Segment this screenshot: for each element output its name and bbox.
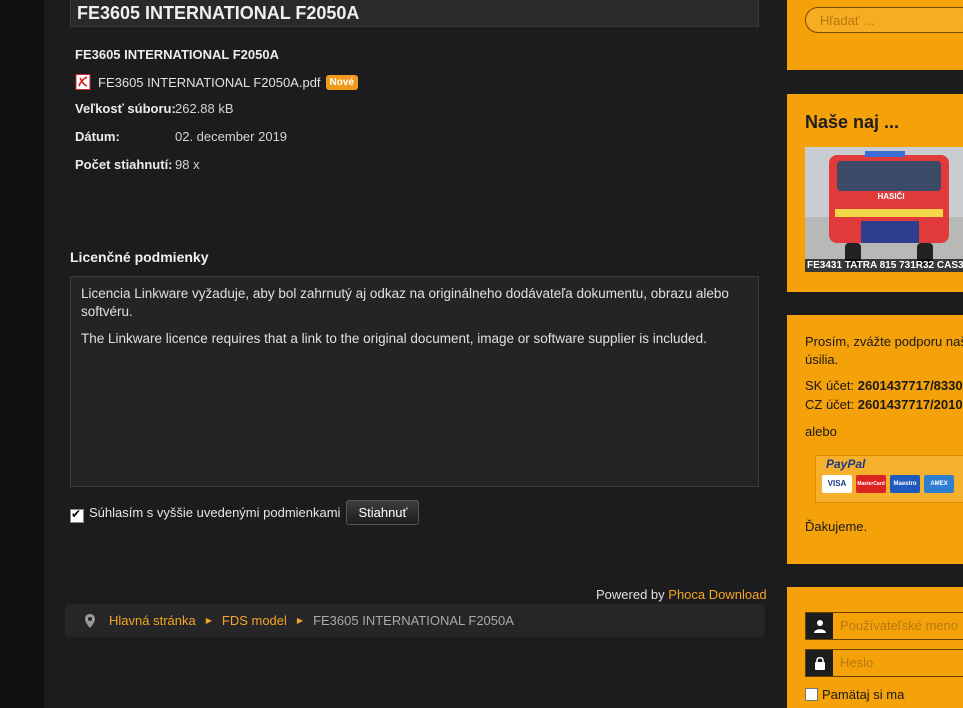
breadcrumb-home-link[interactable]: Hlavná stránka	[109, 613, 196, 628]
password-field[interactable]: Heslo	[805, 649, 963, 677]
powered-by: Powered by Phoca Download	[596, 587, 767, 602]
date-label: Dátum:	[75, 129, 120, 144]
agree-label: Súhlasím s vyššie uvedenými podmienkami	[89, 504, 341, 520]
page-title: FE3605 INTERNATIONAL F2050A	[77, 3, 360, 23]
powered-prefix: Powered by	[596, 587, 665, 602]
sk-account-label: SK účet:	[805, 378, 855, 393]
password-placeholder: Heslo	[840, 655, 874, 670]
phoca-link[interactable]: Phoca Download	[668, 587, 766, 602]
license-heading: Licenčné podmienky	[70, 249, 209, 265]
license-text-sk: Licencia Linkware vyžaduje, aby bol zahr…	[81, 286, 729, 319]
page-title-bar: FE3605 INTERNATIONAL F2050A	[70, 0, 759, 27]
fire-truck-picture: HASIČI	[805, 147, 963, 272]
truck-caption: FE3431 TATRA 815 731R32 CAS30	[805, 259, 963, 272]
pdf-icon	[75, 74, 91, 90]
search-input[interactable]: Hľadať ...	[805, 7, 963, 33]
or-text: alebo	[805, 424, 837, 439]
truck-label: HASIČI	[877, 192, 904, 201]
sk-account-value: 2601437717/8330	[857, 378, 963, 393]
breadcrumb: Hlavná stránka ▶ FDS model ▶ FE3605 INTE…	[65, 604, 765, 637]
remember-label: Pamätaj si ma	[822, 687, 905, 702]
sk-account: SK účet: 2601437717/8330	[805, 377, 963, 395]
agree-checkbox[interactable]	[70, 507, 84, 523]
breadcrumb-separator-icon: ▶	[296, 616, 304, 625]
mastercard-icon: MasterCard	[856, 475, 886, 493]
file-size-label: Veľkosť súboru:	[75, 101, 176, 116]
support-text-line1: Prosím, zvážte podporu naš	[805, 334, 963, 349]
search-placeholder: Hľadať ...	[820, 13, 875, 28]
visa-card-icon: VISA	[822, 475, 852, 493]
downloads-value: 98 x	[175, 157, 200, 172]
date-value: 02. december 2019	[175, 129, 288, 144]
cz-account-label: CZ účet:	[805, 397, 855, 412]
breadcrumb-current: FE3605 INTERNATIONAL F2050A	[313, 613, 514, 628]
support-text-line2: úsilia.	[805, 352, 839, 367]
left-background-strip	[0, 0, 44, 708]
username-placeholder: Používateľské meno	[840, 618, 958, 633]
cz-account: CZ účet: 2601437717/2010	[805, 396, 963, 414]
license-textbox[interactable]: Licencia Linkware vyžaduje, aby bol zahr…	[70, 276, 759, 487]
amex-card-icon: AMEX	[924, 475, 954, 493]
paypal-logo: PayPal	[826, 457, 866, 471]
new-badge: Nové	[325, 74, 358, 90]
download-button[interactable]: Stiahnuť	[346, 499, 420, 525]
thanks-text: Ďakujeme.	[805, 519, 868, 534]
best-heading: Naše naj ...	[805, 112, 900, 132]
remember-checkbox[interactable]	[805, 688, 818, 701]
agree-row: Súhlasím s vyššie uvedenými podmienkami …	[70, 499, 420, 525]
truck-image[interactable]: HASIČI FE3431 TATRA 815 731R32 CAS30	[805, 147, 963, 272]
file-size-value: 262.88 kB	[175, 101, 234, 116]
maestro-card-icon: Maestro	[890, 475, 920, 493]
downloads-label: Počet stiahnutí:	[75, 157, 173, 172]
file-heading: FE3605 INTERNATIONAL F2050A	[75, 47, 279, 62]
username-field[interactable]: Používateľské meno	[805, 612, 963, 640]
lock-icon	[806, 650, 833, 676]
location-pin-icon	[85, 613, 95, 628]
user-icon	[806, 613, 833, 639]
remember-row: Pamätaj si ma	[805, 687, 904, 702]
file-link[interactable]: FE3605 INTERNATIONAL F2050A.pdf	[98, 75, 321, 90]
cz-account-value: 2601437717/2010	[857, 397, 963, 412]
breadcrumb-category-link[interactable]: FDS model	[222, 613, 287, 628]
breadcrumb-separator-icon: ▶	[205, 616, 212, 625]
file-row: FE3605 INTERNATIONAL F2050A.pdf Nové	[75, 73, 358, 91]
paypal-button[interactable]: PayPal VISA MasterCard Maestro AMEX	[815, 455, 963, 503]
license-text-en: The Linkware licence requires that a lin…	[81, 331, 707, 346]
